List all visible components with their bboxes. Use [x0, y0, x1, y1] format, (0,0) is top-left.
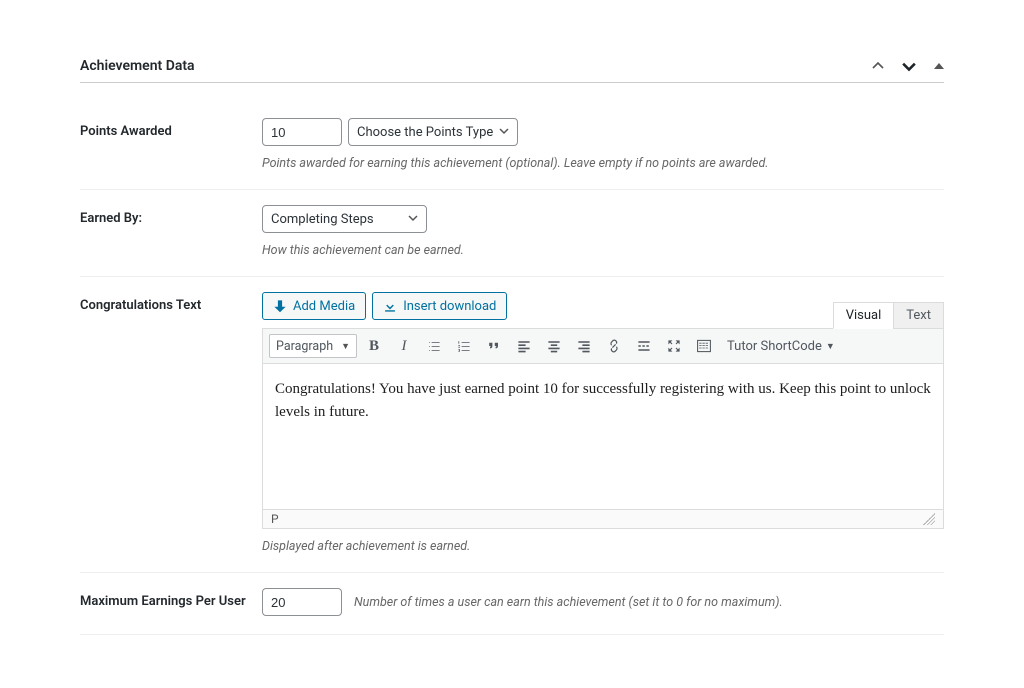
- points-awarded-helper: Points awarded for earning this achievem…: [262, 156, 944, 171]
- points-awarded-input[interactable]: [262, 118, 342, 146]
- tutor-shortcode-label: Tutor ShortCode: [727, 339, 822, 354]
- media-bar: Add Media Insert download: [262, 292, 507, 320]
- earned-by-select-value: Completing Steps: [271, 212, 374, 227]
- format-select-value: Paragraph: [276, 339, 333, 354]
- earned-by-helper: How this achievement can be earned.: [262, 243, 944, 258]
- align-center-button[interactable]: [541, 333, 567, 359]
- align-right-button[interactable]: [571, 333, 597, 359]
- max-earnings-input[interactable]: [262, 588, 342, 616]
- link-button[interactable]: [601, 333, 627, 359]
- bullet-list-button[interactable]: [421, 333, 447, 359]
- download-icon: [383, 299, 397, 313]
- chevron-down-icon: [499, 126, 509, 139]
- section-header: Achievement Data: [80, 50, 944, 83]
- max-earnings-content: Number of times a user can earn this ach…: [262, 588, 944, 616]
- bold-button[interactable]: B: [361, 333, 387, 359]
- blockquote-button[interactable]: [481, 333, 507, 359]
- tab-text[interactable]: Text: [893, 302, 944, 329]
- rich-text-editor: Paragraph ▼ B I: [262, 328, 944, 529]
- points-type-select-label: Choose the Points Type: [357, 125, 493, 140]
- earned-by-content: Completing Steps How this achievement ca…: [262, 205, 944, 258]
- editor-toolbar: Paragraph ▼ B I: [263, 329, 943, 364]
- read-more-button[interactable]: [631, 333, 657, 359]
- fullscreen-button[interactable]: [661, 333, 687, 359]
- media-icon: [273, 299, 287, 313]
- move-down-icon[interactable]: [902, 59, 916, 73]
- format-select[interactable]: Paragraph ▼: [269, 334, 357, 358]
- italic-button[interactable]: I: [391, 333, 417, 359]
- editor-element-path: P: [271, 512, 279, 526]
- points-awarded-content: Choose the Points Type Points awarded fo…: [262, 118, 944, 171]
- add-media-button[interactable]: Add Media: [262, 292, 366, 320]
- earned-by-select[interactable]: Completing Steps: [262, 205, 427, 233]
- congratulations-label: Congratulations Text: [80, 292, 252, 313]
- header-controls: [872, 59, 944, 73]
- caret-down-icon: ▼: [826, 341, 835, 352]
- editor-body[interactable]: Congratulations! You have just earned po…: [263, 364, 943, 509]
- field-max-earnings: Maximum Earnings Per User Number of time…: [80, 573, 944, 635]
- congratulations-content: Add Media Insert download Visual Text Pa…: [262, 292, 944, 554]
- editor-statusbar: P: [263, 509, 943, 528]
- tutor-shortcode-button[interactable]: Tutor ShortCode ▼: [721, 339, 841, 354]
- numbered-list-button[interactable]: [451, 333, 477, 359]
- earned-by-label: Earned By:: [80, 205, 252, 226]
- field-congratulations-text: Congratulations Text Add Media Insert do…: [80, 277, 944, 573]
- field-earned-by: Earned By: Completing Steps How this ach…: [80, 190, 944, 277]
- collapse-icon[interactable]: [934, 61, 944, 71]
- field-points-awarded: Points Awarded Choose the Points Type Po…: [80, 103, 944, 190]
- max-earnings-label: Maximum Earnings Per User: [80, 588, 252, 609]
- caret-down-icon: ▼: [341, 341, 350, 352]
- insert-download-label: Insert download: [403, 299, 496, 314]
- tab-visual[interactable]: Visual: [833, 302, 894, 329]
- editor-tabs: Visual Text: [833, 302, 944, 329]
- move-up-icon[interactable]: [872, 60, 884, 72]
- section-title: Achievement Data: [80, 58, 195, 74]
- points-type-select[interactable]: Choose the Points Type: [348, 118, 518, 146]
- align-left-button[interactable]: [511, 333, 537, 359]
- max-earnings-helper: Number of times a user can earn this ach…: [354, 595, 783, 610]
- points-awarded-label: Points Awarded: [80, 118, 252, 139]
- congratulations-helper: Displayed after achievement is earned.: [262, 539, 944, 554]
- toolbar-toggle-button[interactable]: [691, 333, 717, 359]
- add-media-label: Add Media: [293, 299, 355, 314]
- chevron-down-icon: [408, 213, 418, 226]
- resize-handle-icon[interactable]: [923, 513, 935, 525]
- insert-download-button[interactable]: Insert download: [372, 292, 507, 320]
